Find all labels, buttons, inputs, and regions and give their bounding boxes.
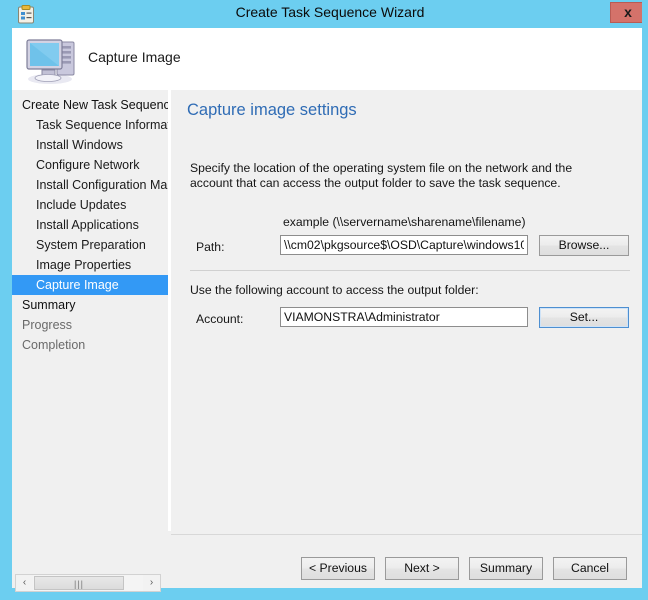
scroll-right-arrow-icon[interactable]: › [143, 575, 160, 591]
sidebar-step-configure-network[interactable]: Configure Network [12, 155, 168, 175]
cancel-button[interactable]: Cancel [553, 557, 627, 580]
scroll-left-arrow-icon[interactable]: ‹ [16, 575, 33, 591]
computer-monitor-icon [24, 32, 80, 86]
next-button[interactable]: Next > [385, 557, 459, 580]
main-panel: Capture image settings Specify the locat… [171, 90, 642, 571]
previous-button[interactable]: < Previous [301, 557, 375, 580]
wizard-steps-sidebar: Create New Task Sequence Task Sequence In… [12, 90, 168, 571]
page-description: Specify the location of the operating sy… [190, 161, 573, 190]
sidebar-step-summary[interactable]: Summary [12, 295, 168, 315]
sidebar-step-completion[interactable]: Completion [12, 335, 168, 355]
sidebar-step-image-properties[interactable]: Image Properties [12, 255, 168, 275]
sidebar-step-system-preparation[interactable]: System Preparation [12, 235, 168, 255]
set-account-button[interactable]: Set... [539, 307, 629, 328]
footer-separator [171, 534, 642, 535]
sidebar-step-capture-image[interactable]: Capture Image [12, 275, 168, 295]
section-separator [190, 270, 630, 271]
page-title: Capture image settings [187, 101, 357, 119]
scrollbar-thumb[interactable]: ||| [34, 576, 124, 590]
sidebar-horizontal-scrollbar[interactable]: ‹ ||| › [15, 574, 161, 592]
account-section-label: Use the following account to access the … [190, 283, 479, 297]
sidebar-step-install-windows[interactable]: Install Windows [12, 135, 168, 155]
scrollbar-grip-icon: ||| [73, 579, 85, 589]
wizard-window: Create Task Sequence Wizard x Capture Im… [0, 0, 648, 600]
window-title: Create Task Sequence Wizard [235, 4, 425, 20]
sidebar-step-task-sequence-informati[interactable]: Task Sequence Informati [12, 115, 168, 135]
account-input[interactable] [280, 307, 528, 327]
sidebar-step-install-applications[interactable]: Install Applications [12, 215, 168, 235]
sidebar-step-progress[interactable]: Progress [12, 315, 168, 335]
wizard-body: Create New Task Sequence Task Sequence In… [12, 90, 642, 571]
sidebar-step-include-updates[interactable]: Include Updates [12, 195, 168, 215]
browse-button[interactable]: Browse... [539, 235, 629, 256]
sidebar-step-install-configuration-mar[interactable]: Install Configuration Mar [12, 175, 168, 195]
summary-button[interactable]: Summary [469, 557, 543, 580]
header-title: Capture Image [88, 49, 181, 65]
close-button[interactable]: x [610, 2, 642, 23]
path-input[interactable] [280, 235, 528, 255]
account-label: Account: [196, 312, 244, 326]
sidebar-step-create-new-task-sequence[interactable]: Create New Task Sequence [12, 95, 168, 115]
path-example-hint: example (\\servername\sharename\filename… [283, 215, 526, 229]
wizard-header: Capture Image [12, 28, 642, 90]
path-label: Path: [196, 240, 225, 254]
title-bar: Create Task Sequence Wizard x [6, 0, 642, 28]
